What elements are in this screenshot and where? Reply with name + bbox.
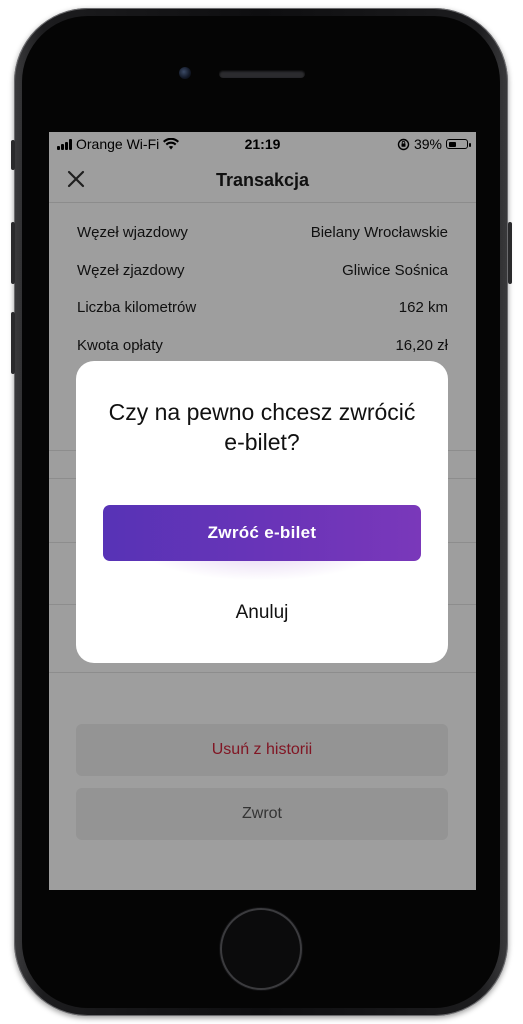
dialog-title: Czy na pewno chcesz zwrócić e-bilet? <box>108 399 416 455</box>
return-ticket-button[interactable]: Zwróć e-bilet <box>103 505 421 561</box>
front-camera <box>179 67 191 79</box>
cancel-button[interactable]: Anuluj <box>162 593 362 633</box>
mute-switch <box>11 140 15 170</box>
home-button[interactable] <box>222 910 300 988</box>
earpiece <box>219 70 305 78</box>
volume-down-button <box>11 312 15 374</box>
page: Orange Wi-Fi 21:19 39% Transakcja Węzeł … <box>0 0 523 1024</box>
power-button <box>508 222 512 284</box>
screen: Orange Wi-Fi 21:19 39% Transakcja Węzeł … <box>49 132 476 890</box>
confirm-dialog: Czy na pewno chcesz zwrócić e-bilet? Zwr… <box>76 361 448 663</box>
volume-up-button <box>11 222 15 284</box>
